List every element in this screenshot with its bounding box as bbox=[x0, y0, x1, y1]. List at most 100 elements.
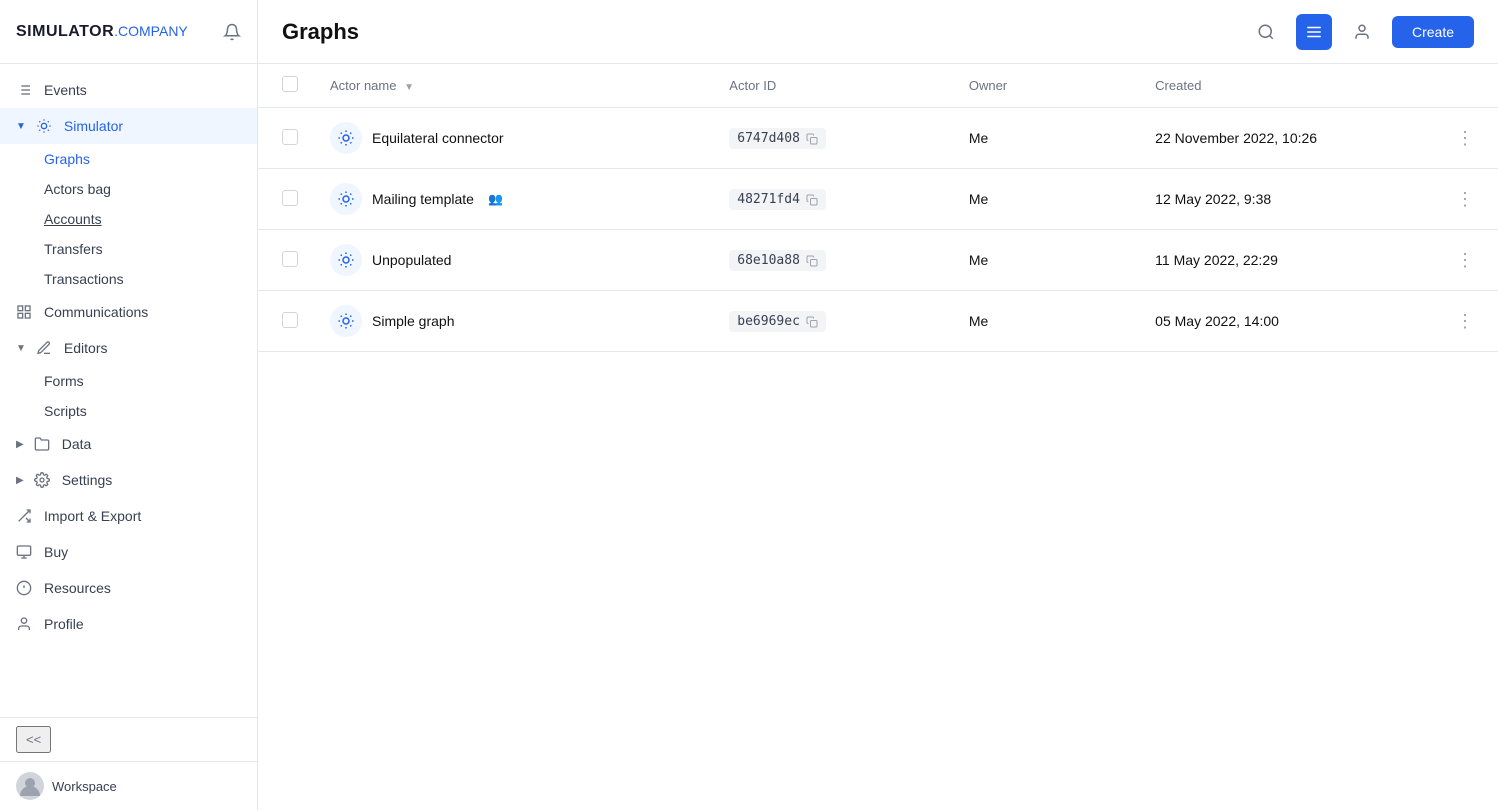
menu-icon bbox=[1305, 23, 1323, 41]
sidebar-item-label: Data bbox=[62, 436, 92, 452]
copy-icon[interactable] bbox=[806, 131, 818, 145]
row-actions-cell: ⋮ bbox=[1432, 108, 1498, 169]
row-owner-cell: Me bbox=[953, 230, 1139, 291]
logo-simulator: SIMULATOR bbox=[16, 23, 114, 40]
workspace-label: Workspace bbox=[52, 779, 117, 794]
sidebar-sub-item-graphs[interactable]: Graphs bbox=[0, 144, 257, 174]
sub-label: Forms bbox=[44, 373, 84, 389]
profile-icon bbox=[16, 615, 34, 633]
sidebar-sub-item-accounts[interactable]: Accounts bbox=[0, 204, 257, 234]
sidebar-sub-item-forms[interactable]: Forms bbox=[0, 366, 257, 396]
logo-company: .COMPANY bbox=[114, 23, 188, 39]
sidebar-item-events[interactable]: Events bbox=[0, 72, 257, 108]
sidebar-item-profile[interactable]: Profile bbox=[0, 606, 257, 642]
row-checkbox[interactable] bbox=[282, 312, 298, 328]
row-actor-id-cell: 48271fd4 bbox=[713, 169, 953, 230]
sidebar-item-editors[interactable]: ▼ Editors bbox=[0, 330, 257, 366]
user-button[interactable] bbox=[1344, 14, 1380, 50]
main-content: Graphs Create bbox=[258, 0, 1498, 810]
sub-label: Graphs bbox=[44, 151, 90, 167]
sidebar-sub-item-scripts[interactable]: Scripts bbox=[0, 396, 257, 426]
data-icon bbox=[34, 435, 52, 453]
search-button[interactable] bbox=[1248, 14, 1284, 50]
sidebar-sub-item-transactions[interactable]: Transactions bbox=[0, 264, 257, 294]
actor-name: Simple graph bbox=[372, 313, 455, 329]
actor-id-badge: be6969ec bbox=[729, 311, 826, 332]
row-menu-button[interactable]: ⋮ bbox=[1448, 307, 1482, 335]
select-all-header bbox=[258, 64, 314, 108]
sidebar-item-import-export[interactable]: Import & Export bbox=[0, 498, 257, 534]
sidebar-item-label: Editors bbox=[64, 340, 108, 356]
sidebar-item-simulator[interactable]: ▼ Simulator bbox=[0, 108, 257, 144]
sidebar-item-label: Settings bbox=[62, 472, 113, 488]
actor-id-badge: 6747d408 bbox=[729, 128, 826, 149]
copy-icon[interactable] bbox=[806, 314, 818, 328]
chevron-down-icon: ▼ bbox=[16, 121, 26, 132]
avatar bbox=[16, 772, 44, 800]
created-value: 11 May 2022, 22:29 bbox=[1155, 252, 1278, 268]
page-title: Graphs bbox=[282, 19, 1232, 45]
copy-icon[interactable] bbox=[806, 253, 818, 267]
sidebar-item-label: Resources bbox=[44, 580, 111, 596]
row-owner-cell: Me bbox=[953, 291, 1139, 352]
notification-bell-icon[interactable] bbox=[223, 22, 241, 40]
sort-icon: ▼ bbox=[404, 82, 414, 93]
select-all-checkbox[interactable] bbox=[282, 76, 298, 92]
col-header-actions bbox=[1432, 64, 1498, 108]
row-menu-button[interactable]: ⋮ bbox=[1448, 185, 1482, 213]
shared-icon: 👥 bbox=[488, 192, 503, 206]
row-created-cell: 11 May 2022, 22:29 bbox=[1139, 230, 1432, 291]
sidebar-item-settings[interactable]: ▶ Settings bbox=[0, 462, 257, 498]
row-created-cell: 05 May 2022, 14:00 bbox=[1139, 291, 1432, 352]
chevron-right-icon: ▶ bbox=[16, 475, 24, 486]
editors-icon bbox=[36, 339, 54, 357]
actor-name: Equilateral connector bbox=[372, 130, 504, 146]
sidebar-header: SIMULATOR.COMPANY bbox=[0, 0, 257, 64]
menu-button[interactable] bbox=[1296, 14, 1332, 50]
import-icon bbox=[16, 507, 34, 525]
sidebar-item-communications[interactable]: Communications bbox=[0, 294, 257, 330]
owner-value: Me bbox=[969, 130, 988, 146]
sidebar-item-label: Communications bbox=[44, 304, 148, 320]
table-row: Equilateral connector 6747d408 Me 22 Nov… bbox=[258, 108, 1498, 169]
row-checkbox-cell bbox=[258, 230, 314, 291]
search-icon bbox=[1257, 23, 1275, 41]
row-created-cell: 12 May 2022, 9:38 bbox=[1139, 169, 1432, 230]
col-header-actor-name: Actor name ▼ bbox=[314, 64, 713, 108]
row-menu-button[interactable]: ⋮ bbox=[1448, 124, 1482, 152]
table-container: Actor name ▼ Actor ID Owner Created bbox=[258, 64, 1498, 810]
chevron-right-icon: ▶ bbox=[16, 439, 24, 450]
row-checkbox-cell bbox=[258, 108, 314, 169]
header-actions: Create bbox=[1248, 14, 1474, 50]
row-checkbox[interactable] bbox=[282, 129, 298, 145]
sidebar-item-buy[interactable]: Buy bbox=[0, 534, 257, 570]
create-button[interactable]: Create bbox=[1392, 16, 1474, 48]
col-header-actor-id: Actor ID bbox=[713, 64, 953, 108]
table-header: Actor name ▼ Actor ID Owner Created bbox=[258, 64, 1498, 108]
row-actions-cell: ⋮ bbox=[1432, 230, 1498, 291]
actor-icon bbox=[330, 183, 362, 215]
row-actor-name-cell: Mailing template 👥 bbox=[314, 169, 713, 230]
sidebar-item-label: Simulator bbox=[64, 118, 123, 134]
collapse-button[interactable]: << bbox=[16, 726, 51, 753]
sidebar-sub-item-transfers[interactable]: Transfers bbox=[0, 234, 257, 264]
row-checkbox[interactable] bbox=[282, 190, 298, 206]
row-checkbox[interactable] bbox=[282, 251, 298, 267]
row-actor-id-cell: be6969ec bbox=[713, 291, 953, 352]
actor-id-value: 6747d408 bbox=[737, 131, 800, 146]
buy-icon bbox=[16, 543, 34, 561]
copy-icon[interactable] bbox=[806, 192, 818, 206]
sidebar-item-resources[interactable]: Resources bbox=[0, 570, 257, 606]
sub-label: Accounts bbox=[44, 211, 102, 227]
owner-value: Me bbox=[969, 252, 988, 268]
created-value: 12 May 2022, 9:38 bbox=[1155, 191, 1271, 207]
sidebar-sub-item-actors-bag[interactable]: Actors bag bbox=[0, 174, 257, 204]
table-body: Equilateral connector 6747d408 Me 22 Nov… bbox=[258, 108, 1498, 352]
actor-id-value: be6969ec bbox=[737, 314, 800, 329]
created-value: 22 November 2022, 10:26 bbox=[1155, 130, 1317, 146]
row-menu-button[interactable]: ⋮ bbox=[1448, 246, 1482, 274]
chevron-down-icon: ▼ bbox=[16, 343, 26, 354]
actor-icon bbox=[330, 122, 362, 154]
row-actor-id-cell: 68e10a88 bbox=[713, 230, 953, 291]
sidebar-item-data[interactable]: ▶ Data bbox=[0, 426, 257, 462]
